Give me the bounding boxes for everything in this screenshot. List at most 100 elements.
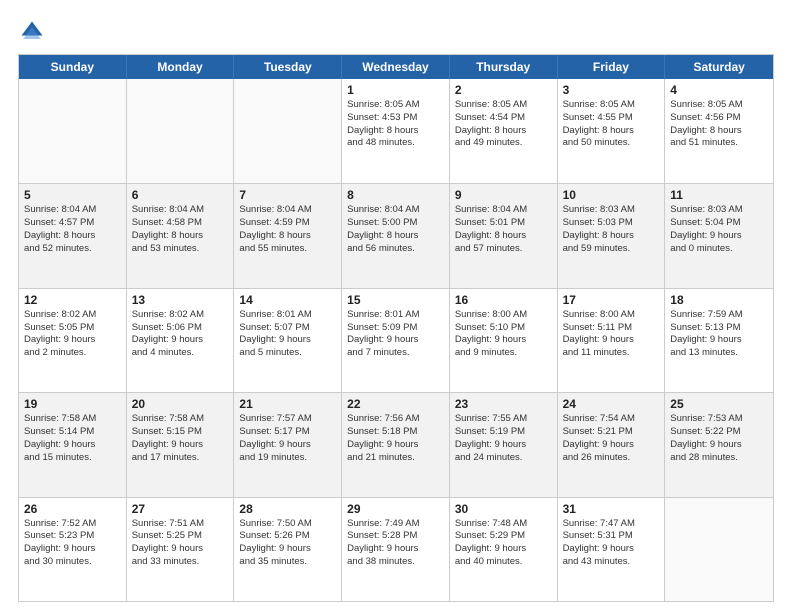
day-info: Sunrise: 8:04 AM Sunset: 4:58 PM Dayligh…	[132, 204, 229, 255]
calendar-cell: 4 Sunrise: 8:05 AM Sunset: 4:56 PM Daylig…	[665, 79, 773, 183]
day-info: Sunrise: 8:05 AM Sunset: 4:54 PM Dayligh…	[455, 99, 552, 150]
day-number: 29	[347, 502, 444, 516]
calendar-cell: 25 Sunrise: 7:53 AM Sunset: 5:22 PM Dayli…	[665, 393, 773, 496]
day-info: Sunrise: 7:53 AM Sunset: 5:22 PM Dayligh…	[670, 413, 768, 464]
day-number: 2	[455, 83, 552, 97]
day-info: Sunrise: 8:00 AM Sunset: 5:11 PM Dayligh…	[563, 309, 660, 360]
calendar-cell: 26Sunrise: 7:52 AM Sunset: 5:23 PM Dayli…	[19, 498, 127, 601]
day-number: 21	[239, 397, 336, 411]
day-number: 8	[347, 188, 444, 202]
day-info: Sunrise: 7:58 AM Sunset: 5:15 PM Dayligh…	[132, 413, 229, 464]
day-info: Sunrise: 8:00 AM Sunset: 5:10 PM Dayligh…	[455, 309, 552, 360]
day-info: Sunrise: 7:47 AM Sunset: 5:31 PM Dayligh…	[563, 518, 660, 569]
calendar-cell: 8 Sunrise: 8:04 AM Sunset: 5:00 PM Daylig…	[342, 184, 450, 287]
weekday-header: Monday	[127, 55, 235, 79]
day-number: 7	[239, 188, 336, 202]
day-number: 13	[132, 293, 229, 307]
day-number: 20	[132, 397, 229, 411]
calendar-cell: 17 Sunrise: 8:00 AM Sunset: 5:11 PM Dayli…	[558, 289, 666, 392]
weekday-header: Tuesday	[234, 55, 342, 79]
day-info: Sunrise: 8:04 AM Sunset: 5:01 PM Dayligh…	[455, 204, 552, 255]
calendar-cell	[19, 79, 127, 183]
day-info: Sunrise: 8:04 AM Sunset: 4:57 PM Dayligh…	[24, 204, 121, 255]
page-header	[18, 18, 774, 46]
day-number: 1	[347, 83, 444, 97]
day-info: Sunrise: 8:03 AM Sunset: 5:04 PM Dayligh…	[670, 204, 768, 255]
day-number: 27	[132, 502, 229, 516]
calendar-cell: 9 Sunrise: 8:04 AM Sunset: 5:01 PM Daylig…	[450, 184, 558, 287]
day-info: Sunrise: 8:05 AM Sunset: 4:56 PM Dayligh…	[670, 99, 768, 150]
calendar-week: 19 Sunrise: 7:58 AM Sunset: 5:14 PM Dayli…	[19, 392, 773, 496]
day-number: 9	[455, 188, 552, 202]
calendar-week: 26Sunrise: 7:52 AM Sunset: 5:23 PM Dayli…	[19, 497, 773, 601]
day-info: Sunrise: 8:05 AM Sunset: 4:55 PM Dayligh…	[563, 99, 660, 150]
calendar-cell: 2 Sunrise: 8:05 AM Sunset: 4:54 PM Daylig…	[450, 79, 558, 183]
day-number: 22	[347, 397, 444, 411]
calendar-cell	[234, 79, 342, 183]
day-info: Sunrise: 8:04 AM Sunset: 5:00 PM Dayligh…	[347, 204, 444, 255]
calendar-cell: 28 Sunrise: 7:50 AM Sunset: 5:26 PM Dayli…	[234, 498, 342, 601]
calendar-week: 5Sunrise: 8:04 AM Sunset: 4:57 PM Daylig…	[19, 183, 773, 287]
calendar-cell: 22Sunrise: 7:56 AM Sunset: 5:18 PM Dayli…	[342, 393, 450, 496]
day-info: Sunrise: 7:51 AM Sunset: 5:25 PM Dayligh…	[132, 518, 229, 569]
day-info: Sunrise: 7:57 AM Sunset: 5:17 PM Dayligh…	[239, 413, 336, 464]
day-number: 12	[24, 293, 121, 307]
calendar-cell: 1 Sunrise: 8:05 AM Sunset: 4:53 PM Daylig…	[342, 79, 450, 183]
day-number: 11	[670, 188, 768, 202]
calendar-cell: 11 Sunrise: 8:03 AM Sunset: 5:04 PM Dayli…	[665, 184, 773, 287]
day-number: 28	[239, 502, 336, 516]
calendar-cell: 3Sunrise: 8:05 AM Sunset: 4:55 PM Daylig…	[558, 79, 666, 183]
calendar-cell: 24 Sunrise: 7:54 AM Sunset: 5:21 PM Dayli…	[558, 393, 666, 496]
day-info: Sunrise: 7:49 AM Sunset: 5:28 PM Dayligh…	[347, 518, 444, 569]
calendar-week: 1 Sunrise: 8:05 AM Sunset: 4:53 PM Daylig…	[19, 79, 773, 183]
day-info: Sunrise: 7:52 AM Sunset: 5:23 PM Dayligh…	[24, 518, 121, 569]
calendar-cell: 5Sunrise: 8:04 AM Sunset: 4:57 PM Daylig…	[19, 184, 127, 287]
day-info: Sunrise: 8:02 AM Sunset: 5:06 PM Dayligh…	[132, 309, 229, 360]
weekday-header: Wednesday	[342, 55, 450, 79]
calendar-cell: 12Sunrise: 8:02 AM Sunset: 5:05 PM Dayli…	[19, 289, 127, 392]
calendar-cell: 18Sunrise: 7:59 AM Sunset: 5:13 PM Dayli…	[665, 289, 773, 392]
day-info: Sunrise: 8:03 AM Sunset: 5:03 PM Dayligh…	[563, 204, 660, 255]
day-number: 17	[563, 293, 660, 307]
day-number: 23	[455, 397, 552, 411]
day-info: Sunrise: 8:01 AM Sunset: 5:07 PM Dayligh…	[239, 309, 336, 360]
calendar-cell: 19 Sunrise: 7:58 AM Sunset: 5:14 PM Dayli…	[19, 393, 127, 496]
weekday-header: Thursday	[450, 55, 558, 79]
calendar-body: 1 Sunrise: 8:05 AM Sunset: 4:53 PM Daylig…	[19, 79, 773, 601]
day-number: 19	[24, 397, 121, 411]
day-number: 25	[670, 397, 768, 411]
day-number: 18	[670, 293, 768, 307]
calendar-cell: 14 Sunrise: 8:01 AM Sunset: 5:07 PM Dayli…	[234, 289, 342, 392]
day-number: 24	[563, 397, 660, 411]
day-info: Sunrise: 7:50 AM Sunset: 5:26 PM Dayligh…	[239, 518, 336, 569]
calendar-cell: 16 Sunrise: 8:00 AM Sunset: 5:10 PM Dayli…	[450, 289, 558, 392]
day-number: 10	[563, 188, 660, 202]
day-info: Sunrise: 7:58 AM Sunset: 5:14 PM Dayligh…	[24, 413, 121, 464]
calendar-cell: 13 Sunrise: 8:02 AM Sunset: 5:06 PM Dayli…	[127, 289, 235, 392]
calendar-cell: 6Sunrise: 8:04 AM Sunset: 4:58 PM Daylig…	[127, 184, 235, 287]
calendar-cell: 29 Sunrise: 7:49 AM Sunset: 5:28 PM Dayli…	[342, 498, 450, 601]
day-info: Sunrise: 7:48 AM Sunset: 5:29 PM Dayligh…	[455, 518, 552, 569]
calendar-cell: 7 Sunrise: 8:04 AM Sunset: 4:59 PM Daylig…	[234, 184, 342, 287]
calendar-header: SundayMondayTuesdayWednesdayThursdayFrid…	[19, 55, 773, 79]
calendar-cell: 27 Sunrise: 7:51 AM Sunset: 5:25 PM Dayli…	[127, 498, 235, 601]
calendar-cell	[665, 498, 773, 601]
day-info: Sunrise: 8:05 AM Sunset: 4:53 PM Dayligh…	[347, 99, 444, 150]
day-info: Sunrise: 7:55 AM Sunset: 5:19 PM Dayligh…	[455, 413, 552, 464]
day-number: 15	[347, 293, 444, 307]
day-info: Sunrise: 7:54 AM Sunset: 5:21 PM Dayligh…	[563, 413, 660, 464]
weekday-header: Sunday	[19, 55, 127, 79]
day-info: Sunrise: 8:01 AM Sunset: 5:09 PM Dayligh…	[347, 309, 444, 360]
day-number: 16	[455, 293, 552, 307]
calendar-page: SundayMondayTuesdayWednesdayThursdayFrid…	[0, 0, 792, 612]
day-info: Sunrise: 8:04 AM Sunset: 4:59 PM Dayligh…	[239, 204, 336, 255]
weekday-header: Friday	[558, 55, 666, 79]
calendar-cell: 20 Sunrise: 7:58 AM Sunset: 5:15 PM Dayli…	[127, 393, 235, 496]
day-number: 4	[670, 83, 768, 97]
calendar-cell: 23 Sunrise: 7:55 AM Sunset: 5:19 PM Dayli…	[450, 393, 558, 496]
calendar-cell: 30Sunrise: 7:48 AM Sunset: 5:29 PM Dayli…	[450, 498, 558, 601]
day-number: 31	[563, 502, 660, 516]
calendar-cell: 10 Sunrise: 8:03 AM Sunset: 5:03 PM Dayli…	[558, 184, 666, 287]
day-number: 14	[239, 293, 336, 307]
calendar-cell	[127, 79, 235, 183]
